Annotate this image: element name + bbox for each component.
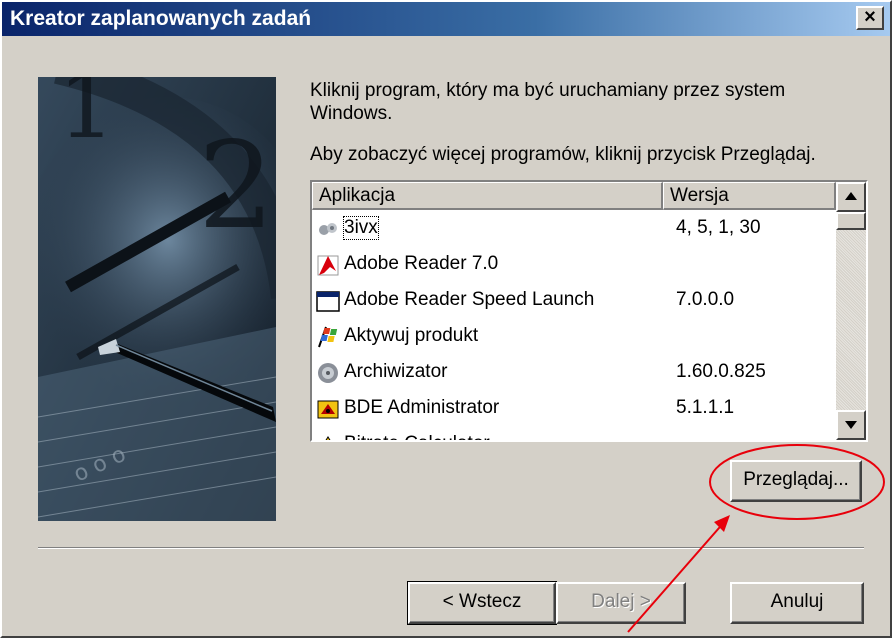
list-item-name: BDE Administrator <box>344 397 500 418</box>
adobe-reader-icon <box>316 253 340 277</box>
windows-flag-icon <box>316 325 340 349</box>
back-button[interactable]: < Wstecz <box>407 581 557 625</box>
browse-button[interactable]: Przeglądaj... <box>730 460 862 502</box>
list-header: Aplikacja Wersja <box>312 182 836 210</box>
wizard-window: Kreator zaplanowanych zadań × 2 1 o o o … <box>0 0 892 638</box>
list-item-name: Aktywuj produkt <box>344 325 479 346</box>
list-item-name: Archiwizator <box>344 361 448 382</box>
instruction-browse-text: Aby zobaczyć więcej programów, kliknij p… <box>310 144 816 165</box>
list-item-name: Bitrate Calculator <box>344 433 490 440</box>
bde-icon <box>316 397 340 421</box>
list-scrollbar[interactable] <box>836 182 866 440</box>
archiver-icon <box>316 361 340 385</box>
list-item[interactable]: 3ivx 4, 5, 1, 30 <box>312 210 836 246</box>
column-header-version[interactable]: Wersja <box>663 182 836 210</box>
clock-pen-illustration: 2 1 o o o <box>38 77 276 521</box>
instruction-text: Kliknij program, który ma być uruchamian… <box>310 80 786 124</box>
close-button[interactable]: × <box>856 6 884 30</box>
cancel-button[interactable]: Anuluj <box>730 582 864 624</box>
svg-text:1: 1 <box>58 77 115 159</box>
window-title: Kreator zaplanowanych zadań <box>10 7 312 30</box>
3ivx-icon <box>316 217 340 241</box>
arrow-up-icon <box>845 192 857 200</box>
list-item[interactable]: BDE Administrator 5.1.1.1 <box>312 390 836 426</box>
window-icon <box>316 289 340 313</box>
separator-line <box>38 547 864 549</box>
arrow-down-icon <box>845 421 857 429</box>
list-item-version: 7.0.0.0 <box>676 289 735 310</box>
list-rows: 3ivx 4, 5, 1, 30 Adobe Reader 7.0 Adobe … <box>312 210 836 440</box>
wizard-side-image: 2 1 o o o <box>38 77 276 521</box>
scroll-down-button[interactable] <box>836 410 866 440</box>
list-item-version: 5.1.1.1 <box>676 397 735 418</box>
list-item[interactable]: Bitrate Calculator <box>312 426 836 440</box>
annotation-arrowhead <box>714 515 730 532</box>
calculator-icon <box>316 433 340 440</box>
scroll-thumb[interactable] <box>836 212 866 230</box>
application-list[interactable]: Aplikacja Wersja 3ivx 4, 5, 1, 30 Adobe … <box>310 180 868 442</box>
list-item[interactable]: Aktywuj produkt <box>312 318 836 354</box>
list-item[interactable]: Adobe Reader Speed Launch 7.0.0.0 <box>312 282 836 318</box>
list-item-name: Adobe Reader 7.0 <box>344 253 499 274</box>
scroll-up-button[interactable] <box>836 182 866 212</box>
list-item-name: Adobe Reader Speed Launch <box>344 289 595 310</box>
svg-text:2: 2 <box>198 117 274 256</box>
next-button[interactable]: Dalej > <box>556 582 686 624</box>
list-item-version: 4, 5, 1, 30 <box>676 217 761 238</box>
column-header-application[interactable]: Aplikacja <box>312 182 663 210</box>
list-item-version: 1.60.0.825 <box>676 361 766 382</box>
list-item[interactable]: Archiwizator 1.60.0.825 <box>312 354 836 390</box>
list-item[interactable]: Adobe Reader 7.0 <box>312 246 836 282</box>
title-bar[interactable]: Kreator zaplanowanych zadań × <box>2 2 890 36</box>
list-item-name: 3ivx <box>343 216 379 240</box>
